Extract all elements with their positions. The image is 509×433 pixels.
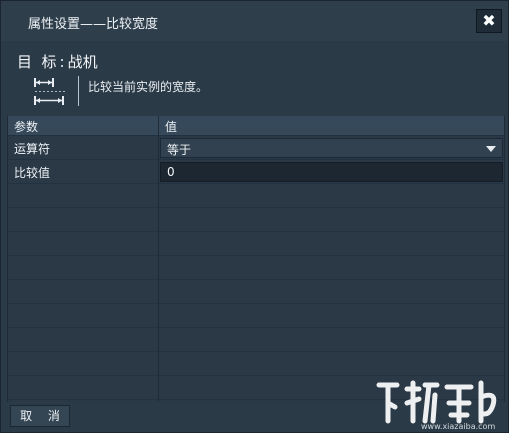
dialog-title: 属性设置——比较宽度 (28, 17, 159, 32)
empty-row (8, 280, 504, 304)
empty-row (8, 208, 504, 232)
header-param: 参数 (14, 120, 39, 134)
empty-row (8, 328, 504, 352)
watermark-url: www.xiazaiba.com (421, 422, 496, 431)
title-bar: 属性设置——比较宽度 ✖ (1, 1, 508, 41)
empty-row (8, 256, 504, 280)
row-label-compare-value: 比较值 (14, 166, 51, 180)
compare-value-input[interactable]: 0 (160, 162, 503, 182)
property-dialog: 属性设置——比较宽度 ✖ 目 标: 战机 比较当前实例的宽度。 参数 值 运算符… (0, 0, 509, 433)
close-icon: ✖ (482, 11, 496, 30)
width-compare-icon (33, 75, 67, 109)
target-colon: : (59, 53, 65, 71)
parameter-grid: 参数 值 运算符 等于 比较值 0 (7, 116, 505, 402)
cancel-button[interactable]: 取 消 (10, 405, 70, 427)
header-value: 值 (165, 120, 178, 134)
operator-selected-value: 等于 (167, 143, 192, 157)
site-watermark-logo (373, 377, 503, 427)
column-divider (158, 116, 159, 402)
empty-row (8, 184, 504, 208)
row-label-operator: 运算符 (14, 142, 51, 156)
grid-header: 参数 值 (8, 116, 504, 136)
close-button[interactable]: ✖ (476, 9, 502, 33)
empty-row (8, 352, 504, 376)
empty-row (8, 304, 504, 328)
chevron-down-icon (486, 146, 496, 152)
header-separator (78, 76, 79, 106)
table-row: 比较值 0 (8, 160, 504, 184)
operator-select[interactable]: 等于 (160, 138, 503, 158)
action-description: 比较当前实例的宽度。 (88, 80, 209, 94)
target-label: 目 标 (17, 53, 57, 71)
empty-row (8, 232, 504, 256)
target-heading: 目 标: 战机 (17, 51, 98, 72)
target-value: 战机 (67, 53, 98, 71)
table-row: 运算符 等于 (8, 136, 504, 160)
